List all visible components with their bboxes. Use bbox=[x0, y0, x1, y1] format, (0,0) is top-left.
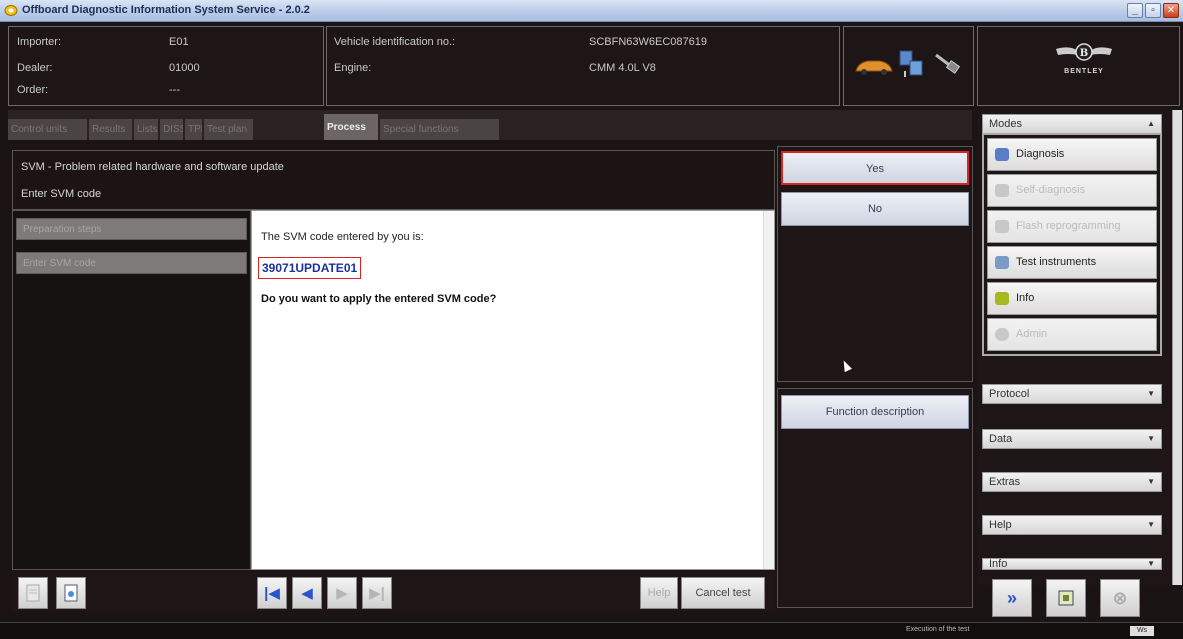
brand-name: BENTLEY bbox=[1064, 68, 1104, 75]
engine-label: Engine: bbox=[334, 62, 372, 74]
yes-button[interactable]: Yes bbox=[781, 151, 969, 185]
step-enter-svm-code[interactable]: Enter SVM code bbox=[16, 252, 247, 274]
modes-header[interactable]: Modes ▲ bbox=[982, 114, 1162, 134]
admin-icon bbox=[995, 328, 1009, 341]
tab-results[interactable]: Results bbox=[89, 119, 133, 140]
no-button[interactable]: No bbox=[781, 192, 969, 226]
svm-message: The SVM code entered by you is: bbox=[261, 231, 424, 243]
status-badge: Ws bbox=[1130, 626, 1154, 636]
title-bar: Offboard Diagnostic Information System S… bbox=[0, 0, 1183, 22]
tab-diss[interactable]: DISS bbox=[160, 119, 184, 140]
mode-admin[interactable]: Admin bbox=[987, 318, 1157, 351]
help-header[interactable]: Help ▼ bbox=[982, 515, 1162, 535]
tab-control-units[interactable]: Control units bbox=[8, 119, 88, 140]
collapse-icon: ▲ bbox=[1147, 119, 1155, 128]
info-icon bbox=[995, 292, 1009, 305]
function-description-button[interactable]: Function description bbox=[781, 395, 969, 429]
tab-process[interactable]: Process bbox=[324, 114, 379, 140]
engine-value: CMM 4.0L V8 bbox=[589, 62, 656, 74]
svm-code-value: 39071UPDATE01 bbox=[258, 257, 362, 279]
network-icon bbox=[899, 50, 923, 77]
data-header[interactable]: Data ▼ bbox=[982, 429, 1162, 449]
help-button[interactable]: Help bbox=[640, 577, 678, 609]
step-preparation[interactable]: Preparation steps bbox=[16, 218, 247, 240]
test-instruments-icon bbox=[995, 256, 1009, 269]
maximize-button[interactable]: ▫ bbox=[1145, 3, 1161, 18]
cancel-test-button[interactable]: Cancel test bbox=[681, 577, 765, 609]
order-value: --- bbox=[169, 84, 180, 96]
expand-icon: ▼ bbox=[1147, 559, 1155, 568]
mode-flash-reprogramming[interactable]: Flash reprogramming bbox=[987, 210, 1157, 243]
main-tab-bar: Control units Results Lists DISS TPL Tes… bbox=[8, 110, 972, 140]
tab-special-functions[interactable]: Special functions bbox=[380, 119, 500, 140]
answer-panel: Yes No bbox=[777, 146, 973, 382]
expand-icon: ▼ bbox=[1147, 434, 1155, 443]
sidebar-scrollbar[interactable] bbox=[1172, 110, 1182, 585]
vehicle-icon bbox=[855, 60, 893, 75]
last-step-button[interactable]: ▶| bbox=[362, 577, 392, 609]
procedure-header: SVM - Problem related hardware and softw… bbox=[12, 150, 775, 210]
function-panel: Function description bbox=[777, 388, 973, 608]
svg-text:B: B bbox=[1080, 48, 1088, 59]
status-text: Execution of the test bbox=[906, 626, 970, 633]
tab-tpl[interactable]: TPL bbox=[185, 119, 203, 140]
document-view-icon[interactable] bbox=[56, 577, 86, 609]
stop-icon[interactable]: ⊗ bbox=[1100, 579, 1140, 617]
mode-test-instruments[interactable]: Test instruments bbox=[987, 246, 1157, 279]
document-icon[interactable] bbox=[18, 577, 48, 609]
bentley-logo: B BENTLEY bbox=[1054, 41, 1114, 75]
content-area: The SVM code entered by you is: 39071UPD… bbox=[251, 210, 775, 570]
window-title: Offboard Diagnostic Information System S… bbox=[22, 4, 310, 16]
brand-logo-panel: B BENTLEY bbox=[977, 26, 1180, 106]
dealer-info-panel: Importer: E01 Dealer: 01000 Order: --- bbox=[8, 26, 324, 106]
status-bar: Execution of the test Ws bbox=[0, 622, 1183, 639]
vin-label: Vehicle identification no.: bbox=[334, 36, 456, 48]
vehicle-info-panel: Vehicle identification no.: SCBFN63W6EC0… bbox=[326, 26, 840, 106]
mode-info[interactable]: Info bbox=[987, 282, 1157, 315]
minimize-button[interactable]: _ bbox=[1127, 3, 1143, 18]
previous-step-button[interactable]: ◀ bbox=[292, 577, 322, 609]
mode-self-diagnosis[interactable]: Self-diagnosis bbox=[987, 174, 1157, 207]
diagnostic-plug-icon bbox=[935, 53, 960, 74]
capture-icon[interactable] bbox=[1046, 579, 1086, 617]
tab-test-plan[interactable]: Test plan bbox=[204, 119, 254, 140]
info-header[interactable]: Info ▼ bbox=[982, 558, 1162, 570]
flash-icon bbox=[995, 220, 1009, 233]
dealer-value: 01000 bbox=[169, 62, 200, 74]
steps-list: Preparation steps Enter SVM code bbox=[12, 210, 251, 570]
next-step-button[interactable]: ▶ bbox=[327, 577, 357, 609]
procedure-title: SVM - Problem related hardware and softw… bbox=[21, 161, 284, 173]
expand-icon: ▼ bbox=[1147, 477, 1155, 486]
bottom-toolbar: |◀ ◀ ▶ ▶| Help Cancel test bbox=[12, 571, 775, 611]
close-button[interactable]: ✕ bbox=[1163, 3, 1179, 18]
order-label: Order: bbox=[17, 84, 49, 96]
apply-question: Do you want to apply the entered SVM cod… bbox=[261, 293, 497, 305]
importer-value: E01 bbox=[169, 36, 189, 48]
connection-status-panel bbox=[843, 26, 974, 106]
extras-header[interactable]: Extras ▼ bbox=[982, 472, 1162, 492]
right-sidebar: Modes ▲ Diagnosis Self-diagnosis Flash re… bbox=[977, 110, 1171, 585]
forward-button[interactable]: » bbox=[992, 579, 1032, 617]
mode-diagnosis[interactable]: Diagnosis bbox=[987, 138, 1157, 171]
procedure-subtitle: Enter SVM code bbox=[21, 188, 102, 200]
modes-list: Diagnosis Self-diagnosis Flash reprogram… bbox=[982, 133, 1162, 356]
dealer-label: Dealer: bbox=[17, 62, 53, 74]
content-scrollbar[interactable] bbox=[763, 211, 774, 569]
diagnosis-icon bbox=[995, 148, 1009, 161]
importer-label: Importer: bbox=[17, 36, 62, 48]
expand-icon: ▼ bbox=[1147, 520, 1155, 529]
protocol-header[interactable]: Protocol ▼ bbox=[982, 384, 1162, 404]
expand-icon: ▼ bbox=[1147, 389, 1155, 398]
tab-lists[interactable]: Lists bbox=[134, 119, 159, 140]
app-icon bbox=[4, 5, 18, 16]
first-step-button[interactable]: |◀ bbox=[257, 577, 287, 609]
vin-value: SCBFN63W6EC087619 bbox=[589, 36, 708, 48]
bentley-wings-icon: B bbox=[1056, 43, 1112, 61]
self-diagnosis-icon bbox=[995, 184, 1009, 197]
